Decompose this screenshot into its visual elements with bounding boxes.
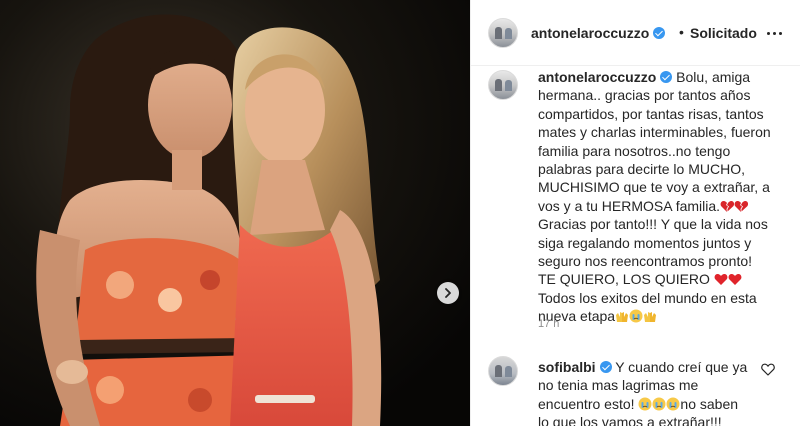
avatar[interactable]	[488, 356, 518, 386]
header-username-text[interactable]: antonelaroccuzzo	[531, 25, 649, 41]
post-timestamp[interactable]: 17 h	[538, 318, 559, 330]
post-header: antonelaroccuzzo • Solicitado	[471, 0, 800, 66]
verified-badge-icon	[599, 361, 612, 373]
post-detail-panel: antonelaroccuzzo • Solicitado antonelaro…	[470, 0, 800, 426]
chevron-right-icon	[445, 288, 451, 298]
verified-badge-icon	[653, 27, 666, 39]
red-heart-icon	[714, 274, 728, 286]
caption-line: Bolu, amiga	[676, 69, 751, 85]
separator-dot: •	[679, 24, 684, 40]
caption-line: familia para nosotros..no tengo	[538, 142, 731, 159]
caption-username[interactable]: antonelaroccuzzo	[538, 69, 656, 85]
crying-face-icon	[629, 309, 643, 323]
crying-face-icon	[652, 397, 666, 411]
broken-heart-icon	[720, 200, 735, 212]
caption-text: antonelaroccuzzo Bolu, amiga hermana.. g…	[538, 68, 793, 326]
heart-outline-icon[interactable]	[761, 363, 775, 376]
comment-username[interactable]: sofibalbi	[538, 359, 596, 375]
comment-line: lo que los vamos a extrañar!!!	[538, 414, 722, 426]
broken-heart-icon	[734, 200, 749, 212]
comment-line: Y cuando creí que ya	[615, 359, 748, 375]
caption-line: TE QUIERO, LOS QUIERO	[538, 271, 710, 288]
caption-line: palabras para decirte lo MUCHO,	[538, 161, 745, 178]
photo-illustration	[0, 0, 470, 426]
comment-line: no tenia mas lagrimas me	[538, 377, 699, 394]
caption-line: Gracias por tanto!!! Y que la vida nos	[538, 216, 768, 233]
caption-line: compartidos, por tantas risas, tantos	[538, 105, 764, 122]
red-heart-icon	[728, 274, 742, 286]
caption-line: hermana.. gracias por tantos años	[538, 87, 751, 104]
caption-line: mates y charlas interminables, fueron	[538, 124, 771, 141]
caption-line: vos y a tu HERMOSA familia.	[538, 197, 721, 214]
header-username[interactable]: antonelaroccuzzo	[531, 25, 666, 41]
post-photo	[0, 0, 470, 426]
avatar[interactable]	[488, 18, 518, 48]
crying-face-icon	[666, 397, 680, 411]
raised-hands-icon	[616, 312, 629, 323]
verified-badge-icon	[660, 71, 673, 83]
caption-line: siga regalando momentos juntos y	[538, 234, 752, 251]
avatar[interactable]	[488, 70, 518, 100]
caption-line: Todos los exitos del mundo en esta	[538, 289, 757, 306]
comment-line: no saben	[680, 395, 739, 412]
follow-status-button[interactable]: Solicitado	[690, 25, 757, 41]
caption-line: MUCHISIMO que te voy a extrañar, a	[538, 179, 770, 196]
carousel-next-button[interactable]	[437, 282, 459, 304]
caption-line: seguro nos reencontramos pronto!	[538, 253, 753, 270]
comment-line: encuentro esto!	[538, 395, 635, 412]
comment-text: sofibalbi Y cuando creí que ya no tenia …	[538, 358, 753, 426]
raised-hands-icon	[644, 312, 657, 323]
more-options-icon[interactable]	[767, 26, 783, 40]
crying-face-icon	[638, 397, 652, 411]
